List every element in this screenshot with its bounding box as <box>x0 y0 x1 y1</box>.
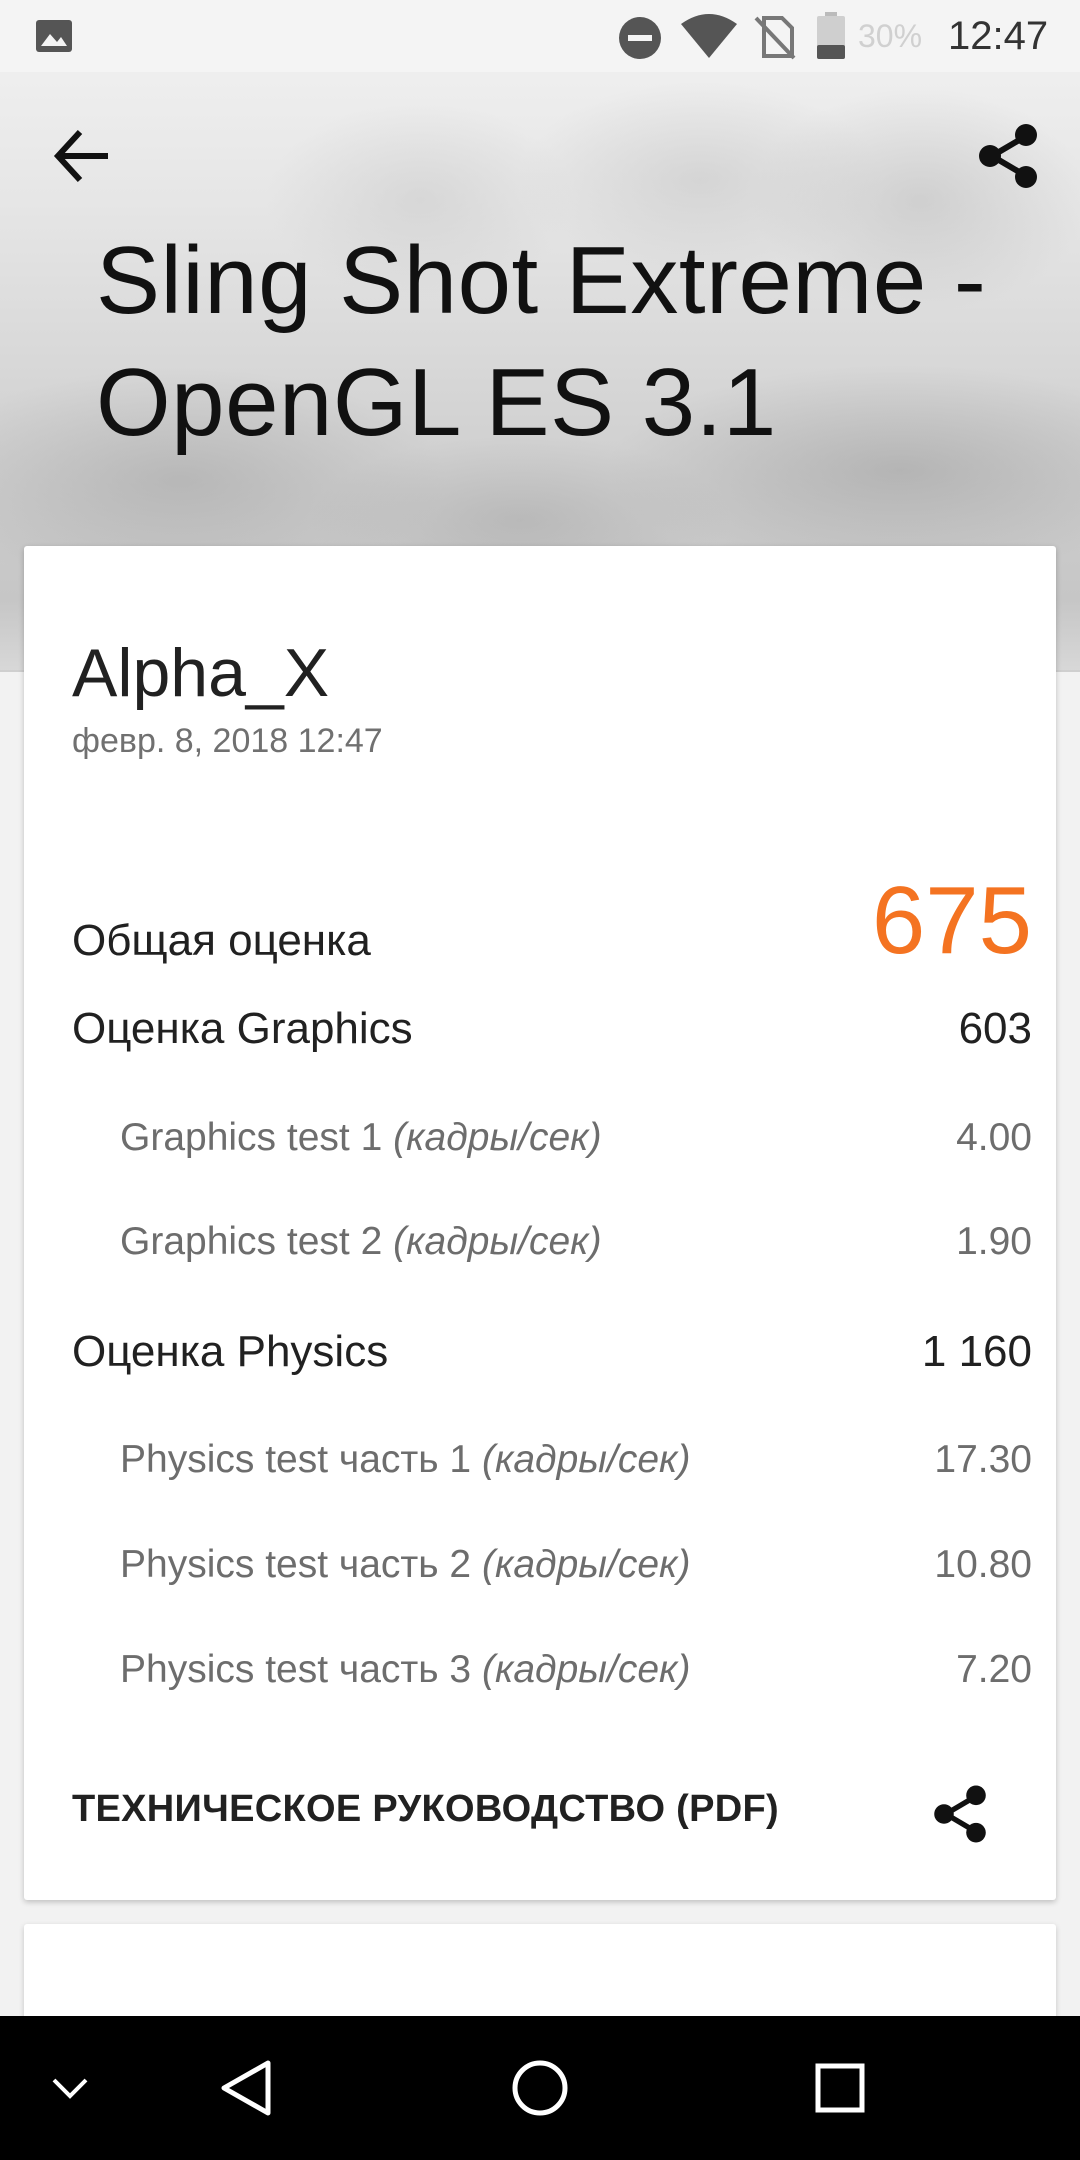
test-name: Physics test часть 2 <box>120 1543 472 1586</box>
arrow-back-icon <box>53 129 108 183</box>
physics-test-row: Physics test часть 1 (кадры/сек) 17.30 <box>72 1412 1032 1492</box>
page-title: Sling Shot Extreme - OpenGL ES 3.1 <box>96 227 987 456</box>
test-value: 7.20 <box>956 1648 1032 1691</box>
test-unit: (кадры/сек) <box>481 1543 691 1586</box>
test-value: 10.80 <box>934 1543 1032 1586</box>
collapse-button[interactable] <box>0 2016 140 2160</box>
physics-score-row: Оценка Physics 1 160 <box>72 1307 1032 1387</box>
physics-test-row: Physics test часть 2 (кадры/сек) 10.80 <box>72 1517 1032 1597</box>
nav-home-icon <box>512 2060 568 2116</box>
test-name: Physics test часть 3 <box>120 1648 472 1691</box>
physics-test-row: Physics test часть 3 (кадры/сек) 7.20 <box>72 1622 1032 1702</box>
physics-score-value: 1 160 <box>921 1327 1032 1376</box>
back-button[interactable] <box>50 126 116 186</box>
test-value: 4.00 <box>956 1116 1032 1159</box>
nav-home-button[interactable] <box>470 2016 610 2160</box>
battery-percent: 30% <box>858 18 923 54</box>
nav-recents-button[interactable] <box>770 2016 910 2160</box>
graphics-score-value: 603 <box>958 1004 1032 1053</box>
share-button[interactable] <box>972 120 1044 192</box>
wifi-icon <box>681 14 737 58</box>
image-notification-icon <box>36 20 72 52</box>
graphics-score-label: Оценка Graphics <box>72 1004 413 1053</box>
overall-score-label: Общая оценка <box>72 916 371 965</box>
device-name: Alpha_X <box>72 635 330 711</box>
nav-back-icon <box>221 2060 271 2116</box>
share-icon <box>979 124 1037 188</box>
test-value: 1.90 <box>956 1220 1032 1263</box>
graphics-score-row: Оценка Graphics 603 <box>72 984 1032 1064</box>
test-unit: (кадры/сек) <box>481 1438 691 1481</box>
test-name: Graphics test 2 <box>120 1220 383 1263</box>
overall-score-row: Общая оценка 675 <box>72 846 1032 976</box>
test-name: Graphics test 1 <box>120 1116 383 1159</box>
nav-back-button[interactable] <box>176 2016 316 2160</box>
overall-score-value: 675 <box>871 867 1032 974</box>
physics-score-label: Оценка Physics <box>72 1327 389 1376</box>
test-unit: (кадры/сек) <box>481 1648 691 1691</box>
do-not-disturb-icon <box>619 17 661 59</box>
result-date: февр. 8, 2018 12:47 <box>72 722 383 760</box>
share-icon <box>934 1785 986 1843</box>
test-name: Physics test часть 1 <box>120 1438 472 1481</box>
no-sim-icon <box>754 16 796 60</box>
graphics-test-row: Graphics test 2 (кадры/сек) 1.90 <box>72 1194 1032 1274</box>
battery-icon <box>817 12 845 59</box>
chevron-down-icon <box>52 2078 88 2099</box>
test-unit: (кадры/сек) <box>393 1220 602 1263</box>
test-unit: (кадры/сек) <box>393 1116 602 1159</box>
clock: 12:47 <box>948 14 1049 58</box>
graphics-test-row: Graphics test 1 (кадры/сек) 4.00 <box>72 1090 1032 1170</box>
test-value: 17.30 <box>934 1438 1032 1481</box>
navigation-bar <box>0 2016 1080 2160</box>
result-card: Alpha_X февр. 8, 2018 12:47 Общая оценка… <box>24 546 1056 1900</box>
technical-guide-link[interactable]: ТЕХНИЧЕСКОЕ РУКОВОДСТВО (PDF) <box>72 1788 779 1831</box>
technical-guide-share-button[interactable] <box>928 1782 992 1846</box>
status-bar: 30% 12:47 <box>0 0 1080 72</box>
nav-recents-icon <box>815 2063 865 2113</box>
